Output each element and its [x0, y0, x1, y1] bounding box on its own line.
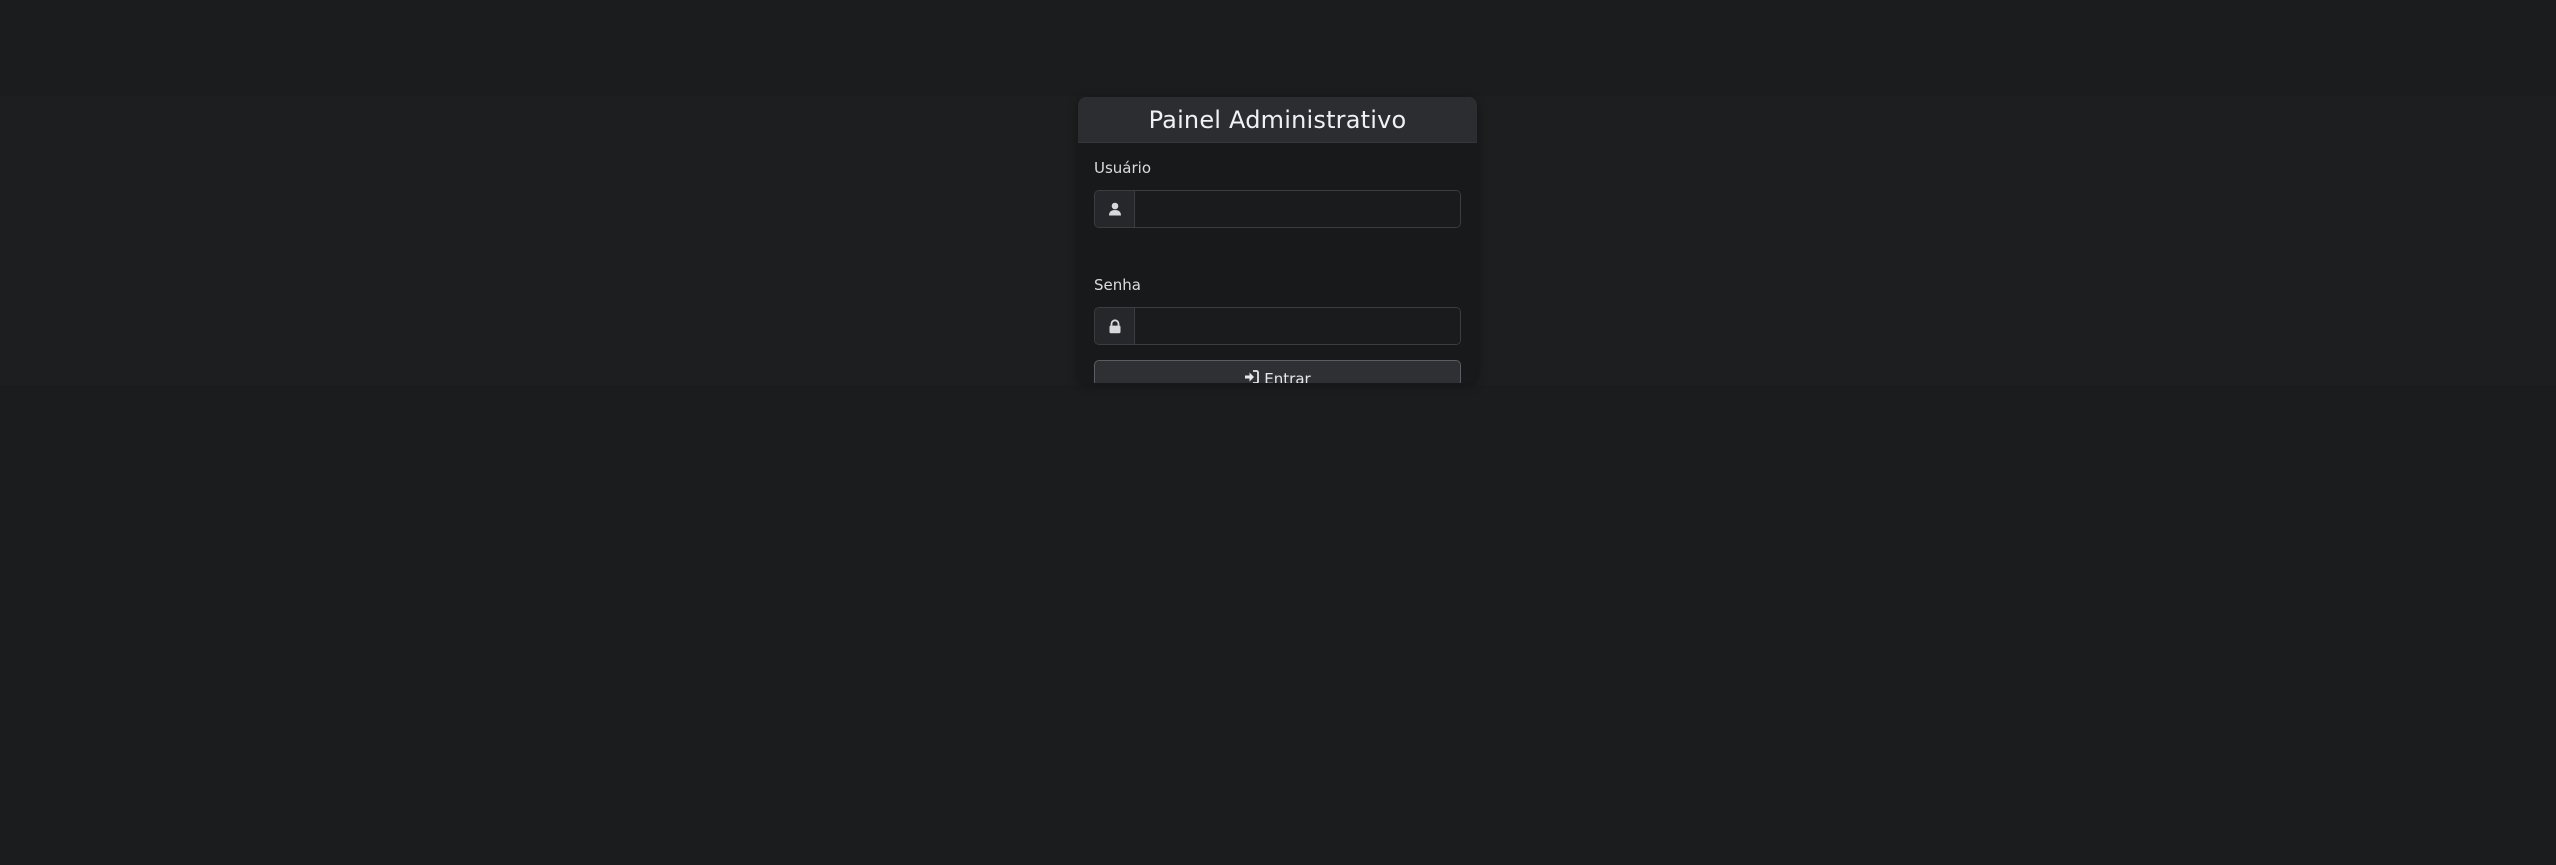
- username-field[interactable]: [1135, 191, 1460, 227]
- username-input-group: [1094, 190, 1461, 228]
- password-field[interactable]: [1135, 308, 1460, 344]
- user-icon: [1095, 191, 1135, 227]
- page-title: Painel Administrativo: [1078, 97, 1477, 143]
- login-form: Usuário Senha Entrar: [1078, 143, 1477, 383]
- password-label: Senha: [1094, 276, 1141, 294]
- login-card: Painel Administrativo Usuário Senha Entr…: [1078, 97, 1477, 383]
- password-input-group: [1094, 307, 1461, 345]
- login-button[interactable]: Entrar: [1094, 360, 1461, 383]
- lock-icon: [1095, 308, 1135, 344]
- sign-in-icon: [1244, 370, 1260, 383]
- login-button-label: Entrar: [1264, 370, 1311, 383]
- username-label: Usuário: [1094, 159, 1152, 177]
